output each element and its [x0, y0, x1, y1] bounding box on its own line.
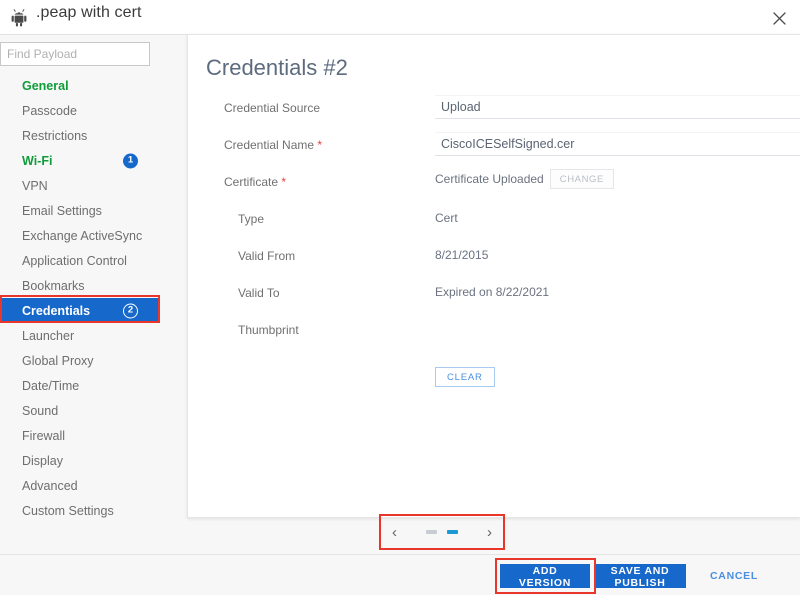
- required-marker: *: [281, 175, 287, 189]
- pager-dots: [426, 530, 458, 534]
- window-titlebar: .peap with cert: [0, 0, 800, 35]
- row-valid-from: Valid From 8/21/2015: [188, 243, 800, 280]
- sidebar-item-label: General: [22, 78, 69, 93]
- cancel-button[interactable]: CANCEL: [704, 564, 760, 588]
- sidebar-item-label: Global Proxy: [22, 353, 94, 368]
- valid-to-value: Expired on 8/22/2021: [435, 285, 550, 299]
- valid-to-label: Valid To: [238, 286, 280, 300]
- sidebar-item-label: Exchange ActiveSync: [22, 228, 143, 243]
- sidebar-item-custom-settings[interactable]: Custom Settings: [0, 498, 160, 523]
- row-credential-source: Credential Source: [188, 95, 800, 132]
- credential-source-label: Credential Source: [224, 101, 321, 115]
- sidebar-item-label: Custom Settings: [22, 503, 114, 518]
- sidebar-item-label: Firewall: [22, 428, 66, 443]
- sidebar-item-passcode[interactable]: Passcode: [0, 98, 160, 123]
- certificate-control: Certificate Uploaded CHANGE: [435, 169, 800, 189]
- payload-pager: ‹ ›: [384, 518, 500, 546]
- sidebar-item-exchange-activesync[interactable]: Exchange ActiveSync: [0, 223, 160, 248]
- credential-name-label: Credential Name *: [224, 138, 323, 152]
- sidebar-item-bookmarks[interactable]: Bookmarks: [0, 273, 160, 298]
- save-and-publish-button[interactable]: SAVE AND PUBLISH: [594, 564, 686, 589]
- chevron-left-icon[interactable]: ‹: [392, 525, 397, 540]
- certificate-label: Certificate *: [224, 175, 287, 189]
- credential-name-input[interactable]: [435, 132, 800, 156]
- sidebar-item-label: Credentials: [22, 303, 91, 318]
- clear-certificate-button[interactable]: CLEAR: [435, 367, 495, 387]
- window-title: .peap with cert: [36, 4, 142, 21]
- certificate-uploaded-text: Certificate Uploaded: [435, 172, 544, 186]
- sidebar-item-label: Date/Time: [22, 378, 80, 393]
- valid-from-value: 8/21/2015: [435, 248, 489, 262]
- sidebar-item-advanced[interactable]: Advanced: [0, 473, 160, 498]
- sidebar-item-date-time[interactable]: Date/Time: [0, 373, 160, 398]
- app-root: .peap with cert General Passcode Restricti…: [0, 0, 800, 595]
- type-control: Cert: [435, 206, 800, 230]
- pager-dot-2[interactable]: [447, 530, 458, 534]
- android-icon: [10, 7, 30, 28]
- find-payload-wrap: [0, 42, 150, 66]
- credentials-panel: Credentials #2 Credential Source Credent…: [187, 34, 800, 518]
- search-input[interactable]: [0, 42, 150, 66]
- sidebar-item-launcher[interactable]: Launcher: [0, 323, 160, 348]
- sidebar-item-label: Launcher: [22, 328, 75, 343]
- sidebar-item-credentials[interactable]: Credentials 2: [0, 298, 160, 323]
- row-valid-to: Valid To Expired on 8/22/2021: [188, 280, 800, 317]
- sidebar-item-global-proxy[interactable]: Global Proxy: [0, 348, 160, 373]
- credentials-form: Credential Source Credential Name * Cert…: [188, 95, 800, 354]
- sidebar-item-label: Passcode: [22, 103, 77, 118]
- sidebar-item-badge: 1: [123, 153, 138, 168]
- sidebar-item-label: Restrictions: [22, 128, 88, 143]
- row-certificate: Certificate * Certificate Uploaded CHANG…: [188, 169, 800, 206]
- row-type: Type Cert: [188, 206, 800, 243]
- page-title: Credentials #2: [206, 55, 348, 80]
- pager-dot-1[interactable]: [426, 530, 437, 534]
- credential-source-control: [435, 95, 800, 119]
- valid-to-control: Expired on 8/22/2021: [435, 280, 800, 304]
- sidebar-item-wi-fi[interactable]: Wi-Fi 1: [0, 148, 160, 173]
- sidebar-item-label: Bookmarks: [22, 278, 85, 293]
- sidebar-item-label: Display: [22, 453, 63, 468]
- sidebar-item-application-control[interactable]: Application Control: [0, 248, 160, 273]
- sidebar-item-display[interactable]: Display: [0, 448, 160, 473]
- chevron-right-icon[interactable]: ›: [487, 525, 492, 540]
- sidebar-item-label: Application Control: [22, 253, 127, 268]
- close-icon[interactable]: [766, 5, 792, 31]
- valid-from-control: 8/21/2015: [435, 243, 800, 267]
- row-credential-name: Credential Name *: [188, 132, 800, 169]
- dialog-footer: ADD VERSION SAVE AND PUBLISH CANCEL: [0, 554, 800, 595]
- thumbprint-label: Thumbprint: [238, 323, 299, 337]
- required-marker: *: [317, 138, 323, 152]
- sidebar-item-email-settings[interactable]: Email Settings: [0, 198, 160, 223]
- sidebar-item-firewall[interactable]: Firewall: [0, 423, 160, 448]
- valid-from-label: Valid From: [238, 249, 296, 263]
- sidebar-item-restrictions[interactable]: Restrictions: [0, 123, 160, 148]
- sidebar-item-badge: 2: [123, 303, 138, 318]
- sidebar-item-sound[interactable]: Sound: [0, 398, 160, 423]
- sidebar-item-vpn[interactable]: VPN: [0, 173, 160, 198]
- payload-nav-list: General Passcode Restrictions Wi-Fi 1 VPN Emai…: [0, 73, 160, 523]
- type-value: Cert: [435, 211, 458, 225]
- type-label: Type: [238, 212, 265, 226]
- row-thumbprint: Thumbprint: [188, 317, 800, 354]
- sidebar-item-label: VPN: [22, 178, 48, 193]
- credential-name-control: [435, 132, 800, 156]
- sidebar-item-label: Wi-Fi: [22, 153, 53, 168]
- sidebar-item-label: Advanced: [22, 478, 78, 493]
- sidebar-item-label: Sound: [22, 403, 59, 418]
- add-version-button[interactable]: ADD VERSION: [500, 564, 590, 589]
- sidebar-item-general[interactable]: General: [0, 73, 160, 98]
- change-certificate-button[interactable]: CHANGE: [549, 169, 614, 189]
- credential-source-input[interactable]: [435, 95, 800, 119]
- sidebar-item-label: Email Settings: [22, 203, 102, 218]
